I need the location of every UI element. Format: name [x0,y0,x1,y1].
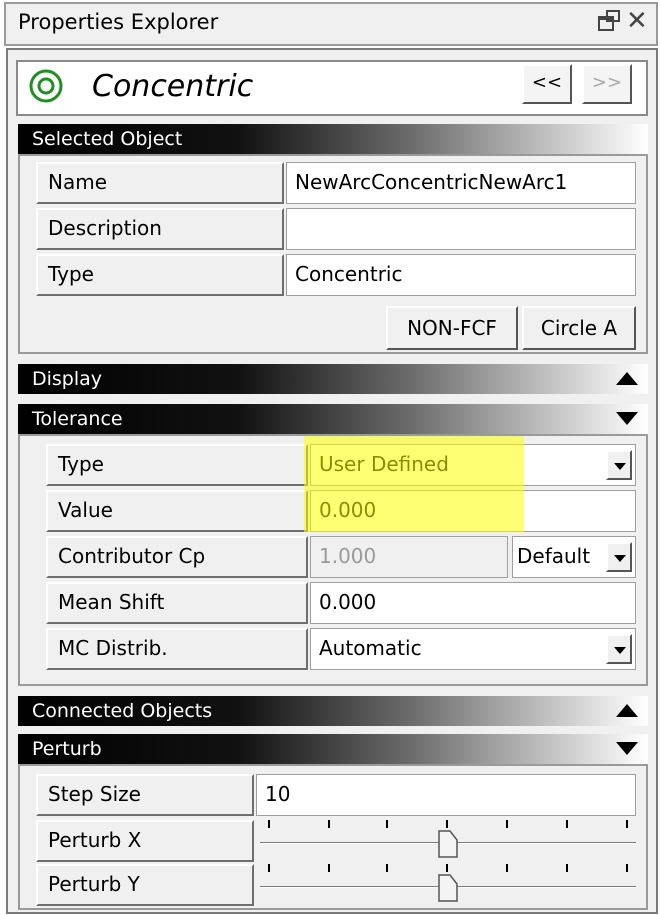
tolerance-value-label: Value [46,490,308,532]
slider-tick [328,864,330,872]
slider-tick [268,864,270,872]
perturb-x-slider[interactable] [256,818,640,862]
tolerance-type-label: Type [46,444,308,486]
perturb-y-slider[interactable] [256,862,640,906]
type-label: Type [36,254,284,296]
chevron-down-icon[interactable] [606,634,632,664]
concentric-icon [28,68,64,104]
slider-tick [386,820,388,828]
object-title: Concentric [92,69,254,104]
tolerance-type-select[interactable]: User Defined [310,444,636,486]
collapse-up-icon [616,372,638,385]
close-icon[interactable]: ✕ [626,6,648,36]
section-tolerance[interactable]: Tolerance [18,404,648,434]
slider-tick [446,820,448,828]
mean-shift-label: Mean Shift [46,582,308,624]
non-fcf-button[interactable]: NON-FCF [386,306,518,350]
slider-tick [566,864,568,872]
perturb-y-label: Perturb Y [36,864,254,906]
section-perturb[interactable]: Perturb [18,734,648,764]
slider-tick [386,864,388,872]
section-connected-objects[interactable]: Connected Objects [18,696,648,726]
name-label: Name [36,162,284,204]
expand-down-icon [616,742,638,755]
section-label: Display [32,368,103,390]
description-field[interactable] [286,208,636,250]
section-display[interactable]: Display [18,364,648,394]
slider-tick [268,820,270,828]
perturb-x-label: Perturb X [36,820,254,862]
chevron-down-icon[interactable] [606,450,632,480]
section-selected-object[interactable]: Selected Object [18,124,648,154]
mc-distrib-label: MC Distrib. [46,628,308,670]
slider-tick [626,820,628,828]
section-label: Connected Objects [32,700,213,722]
chevron-down-icon[interactable] [606,542,632,572]
window-title: Properties Explorer [18,10,219,34]
section-label: Perturb [32,738,102,760]
slider-tick [506,820,508,828]
mean-shift-field[interactable]: 0.000 [310,582,636,624]
circle-a-button[interactable]: Circle A [522,306,636,350]
section-label: Selected Object [32,128,183,150]
collapse-up-icon [616,704,638,717]
slider-thumb[interactable] [438,830,458,858]
previous-button[interactable]: << [522,64,572,104]
step-size-label: Step Size [36,774,254,816]
contributor-cp-label: Contributor Cp [46,536,308,578]
slider-tick [328,820,330,828]
description-label: Description [36,208,284,250]
type-field[interactable]: Concentric [286,254,636,296]
slider-thumb[interactable] [438,874,458,902]
slider-tick [626,864,628,872]
tolerance-value-field[interactable]: 0.000 [310,490,636,532]
next-button[interactable]: >> [582,64,632,104]
section-label: Tolerance [32,408,123,430]
slider-tick [446,864,448,872]
slider-tick [506,864,508,872]
mc-distrib-select[interactable]: Automatic [310,628,636,670]
float-window-icon[interactable] [598,10,620,32]
slider-tick [566,820,568,828]
step-size-field[interactable]: 10 [256,774,636,816]
name-field[interactable]: NewArcConcentricNewArc1 [286,162,636,204]
expand-down-icon [616,412,638,425]
contributor-cp-field: 1.000 [310,536,508,578]
